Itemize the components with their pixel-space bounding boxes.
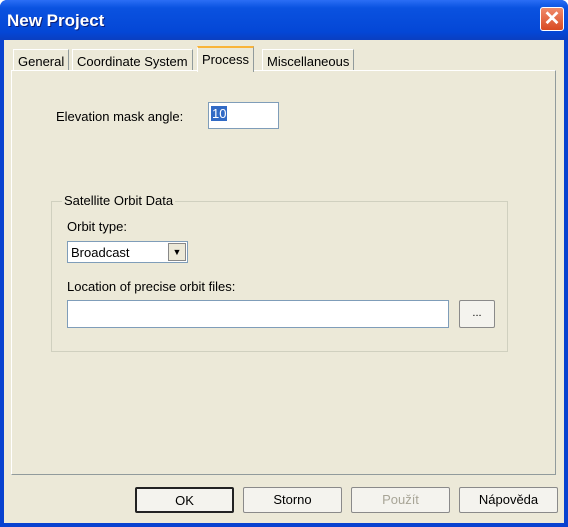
location-input[interactable] <box>67 300 449 328</box>
help-button[interactable]: Nápověda <box>459 487 558 513</box>
chevron-down-icon[interactable]: ▼ <box>168 243 186 261</box>
tab-general[interactable]: General <box>13 49 70 71</box>
orbit-type-label: Orbit type: <box>67 219 127 234</box>
window-title: New Project <box>7 11 105 30</box>
group-title: Satellite Orbit Data <box>62 193 176 208</box>
close-icon[interactable]: ✕ <box>540 7 564 31</box>
process-panel: Elevation mask angle: 10 Satellite Orbit… <box>11 70 556 475</box>
location-label: Location of precise orbit files: <box>67 279 236 294</box>
tab-miscellaneous[interactable]: Miscellaneous <box>262 49 355 71</box>
dialog-window: New Project ✕ General Coordinate System … <box>0 0 568 527</box>
elevation-label: Elevation mask angle: <box>56 109 184 124</box>
elevation-input[interactable]: 10 <box>208 102 279 129</box>
title-bar[interactable]: New Project ✕ <box>0 0 568 40</box>
tab-process[interactable]: Process <box>197 46 254 72</box>
orbit-type-select[interactable]: Broadcast ▼ <box>67 241 188 263</box>
apply-button[interactable]: Použít <box>351 487 450 513</box>
cancel-button[interactable]: Storno <box>243 487 342 513</box>
browse-button[interactable]: ... <box>459 300 495 328</box>
dialog-client: General Coordinate System Process Miscel… <box>4 40 564 523</box>
satellite-orbit-group: Satellite Orbit Data Orbit type: Broadca… <box>51 193 508 352</box>
ok-button[interactable]: OK <box>135 487 234 513</box>
tab-coordinate-system[interactable]: Coordinate System <box>72 49 193 71</box>
